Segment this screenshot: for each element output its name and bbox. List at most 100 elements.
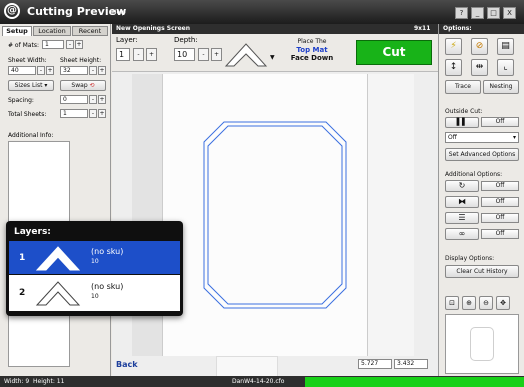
progress-bar: [305, 377, 524, 387]
outside-cut-select[interactable]: Off ▾: [445, 132, 519, 143]
tab-location[interactable]: Location: [33, 26, 71, 36]
bevel-dropdown-arrow-icon[interactable]: ▼: [270, 54, 275, 61]
placement-instruction: Place The Top Mat Face Down: [282, 38, 342, 62]
mats-label: # of Mats:: [8, 42, 39, 49]
opening-cut-path: [203, 121, 347, 309]
maximize-button[interactable]: □: [487, 7, 500, 19]
cutting-canvas-area: Layer: 1 - + Depth: 10 - + ▼ Place The T…: [112, 34, 438, 386]
total-sheets-label: Total Sheets:: [8, 111, 47, 118]
rotate-toggle[interactable]: Off: [481, 181, 519, 191]
display-options-label: Display Options:: [445, 255, 495, 262]
layers-popup-title: Layers:: [14, 227, 51, 237]
width-increment-button[interactable]: +: [46, 66, 54, 75]
minimize-button[interactable]: _: [471, 7, 484, 19]
file-name: DanW4-14-20.cfo: [232, 378, 285, 385]
outside-cut-toggle[interactable]: Off: [481, 117, 519, 127]
mats-decrement-button[interactable]: -: [66, 40, 74, 49]
clear-cut-history-button[interactable]: Clear Cut History: [445, 265, 519, 278]
additional-options-label: Additional Options:: [445, 171, 503, 178]
layer-increment-button[interactable]: +: [146, 48, 157, 61]
trace-button[interactable]: Trace: [445, 80, 481, 94]
sizes-list-dropdown[interactable]: Sizes List ▾: [8, 80, 54, 91]
auto-cut-icon[interactable]: ⚡: [445, 38, 462, 55]
spacing-increment-button[interactable]: +: [98, 95, 106, 104]
swap-icon: ⟲: [89, 82, 95, 89]
layer-row-depth: 10: [91, 258, 99, 265]
save-icon[interactable]: ▤: [497, 38, 514, 55]
place-top: Top: [296, 46, 311, 54]
pan-icon[interactable]: ✥: [496, 296, 510, 310]
layer-row-number: 2: [19, 288, 26, 298]
mats-field[interactable]: 1: [42, 40, 64, 49]
place-line-3: Face Down: [290, 54, 334, 62]
screen-header: New Openings Screen 9x11: [112, 24, 438, 34]
move-icon[interactable]: ↕: [445, 59, 462, 76]
help-window-button[interactable]: ?: [455, 7, 468, 19]
disable-icon[interactable]: ⊘: [471, 38, 488, 55]
lines-toggle[interactable]: Off: [481, 213, 519, 223]
setup-panel: Setup Location Recent # of Mats: 1 - + S…: [0, 24, 111, 376]
height-increment-button[interactable]: +: [98, 66, 106, 75]
mirror-toggle[interactable]: Off: [481, 197, 519, 207]
corner-icon[interactable]: ⌞: [497, 59, 514, 76]
mats-increment-button[interactable]: +: [75, 40, 83, 49]
options-panel: Options: ⚡ ⊘ ▤ ↕ ⇹ ⌞ Trace Nesting Outsi…: [438, 24, 524, 376]
zoom-fit-icon[interactable]: ⊡: [445, 296, 459, 310]
sizes-list-label: Sizes List: [14, 82, 43, 89]
depth-label: Depth:: [174, 36, 198, 44]
coord-x-field: 5.727: [358, 359, 392, 369]
zoom-out-icon[interactable]: ⊖: [479, 296, 493, 310]
swap-label: Swap: [71, 82, 88, 89]
layer-controls: Layer: 1 - + Depth: 10 - + ▼ Place The T…: [112, 34, 438, 72]
select-chevron-icon: ▾: [512, 134, 516, 141]
layer-decrement-button[interactable]: -: [133, 48, 144, 61]
opening-size-label: 9x11: [414, 25, 431, 32]
sheet-width-field[interactable]: 40: [8, 66, 36, 75]
app-logo-icon: @: [4, 3, 20, 19]
tab-recent[interactable]: Recent: [72, 26, 108, 36]
layers-popup: Layers: 1 (no sku) 10 2 (no sku) 10: [6, 221, 183, 316]
sheets-decrement-button[interactable]: -: [89, 109, 97, 118]
place-mat: Mat: [312, 46, 328, 54]
outside-cut-icon: ▌▌: [445, 117, 479, 128]
status-bar: Width: 9 Height: 11 DanW4-14-20.cfo: [0, 376, 524, 387]
bevel-direction-icon: [224, 43, 268, 67]
depth-field[interactable]: 10: [174, 48, 195, 61]
layer-field[interactable]: 1: [116, 48, 130, 61]
options-header: Options:: [439, 24, 524, 34]
rotate-icon: ↻: [445, 180, 479, 192]
additional-info-label: Additional Info:: [8, 132, 54, 139]
lines-icon: ☰: [445, 212, 479, 224]
height-decrement-button[interactable]: -: [89, 66, 97, 75]
sheets-increment-button[interactable]: +: [98, 109, 106, 118]
layer-row-number: 1: [19, 253, 26, 263]
split-icon[interactable]: ⇹: [471, 59, 488, 76]
layer-row[interactable]: 2 (no sku) 10: [9, 275, 180, 311]
depth-increment-button[interactable]: +: [211, 48, 222, 61]
infinity-icon: ∞: [445, 228, 479, 240]
help-menu[interactable]: Help: [112, 9, 126, 16]
screen-title: New Openings Screen: [116, 25, 190, 32]
bevel-icon: [35, 246, 81, 271]
total-sheets-field[interactable]: 1: [60, 109, 88, 118]
depth-decrement-button[interactable]: -: [198, 48, 209, 61]
set-advanced-options-button[interactable]: Set Advanced Options: [445, 148, 519, 161]
width-decrement-button[interactable]: -: [37, 66, 45, 75]
infinity-toggle[interactable]: Off: [481, 229, 519, 239]
size-status: Width: 9 Height: 11: [4, 378, 65, 385]
close-button[interactable]: X: [503, 7, 516, 19]
nesting-button[interactable]: Nesting: [483, 80, 519, 94]
zoom-in-icon[interactable]: ⊕: [462, 296, 476, 310]
tab-setup[interactable]: Setup: [2, 26, 32, 36]
cut-button[interactable]: Cut: [356, 40, 432, 65]
layer-row[interactable]: 1 (no sku) 10: [9, 241, 180, 274]
spacing-decrement-button[interactable]: -: [89, 95, 97, 104]
swap-button[interactable]: Swap ⟲: [60, 80, 106, 91]
back-button[interactable]: Back: [116, 360, 138, 369]
spacing-field[interactable]: 0: [60, 95, 88, 104]
mini-preview: [445, 314, 519, 374]
layer-row-depth: 10: [91, 293, 99, 300]
outside-cut-select-value: Off: [448, 134, 457, 141]
sheet-height-field[interactable]: 32: [60, 66, 88, 75]
sheet-width-label: Sheet Width:: [8, 57, 47, 64]
